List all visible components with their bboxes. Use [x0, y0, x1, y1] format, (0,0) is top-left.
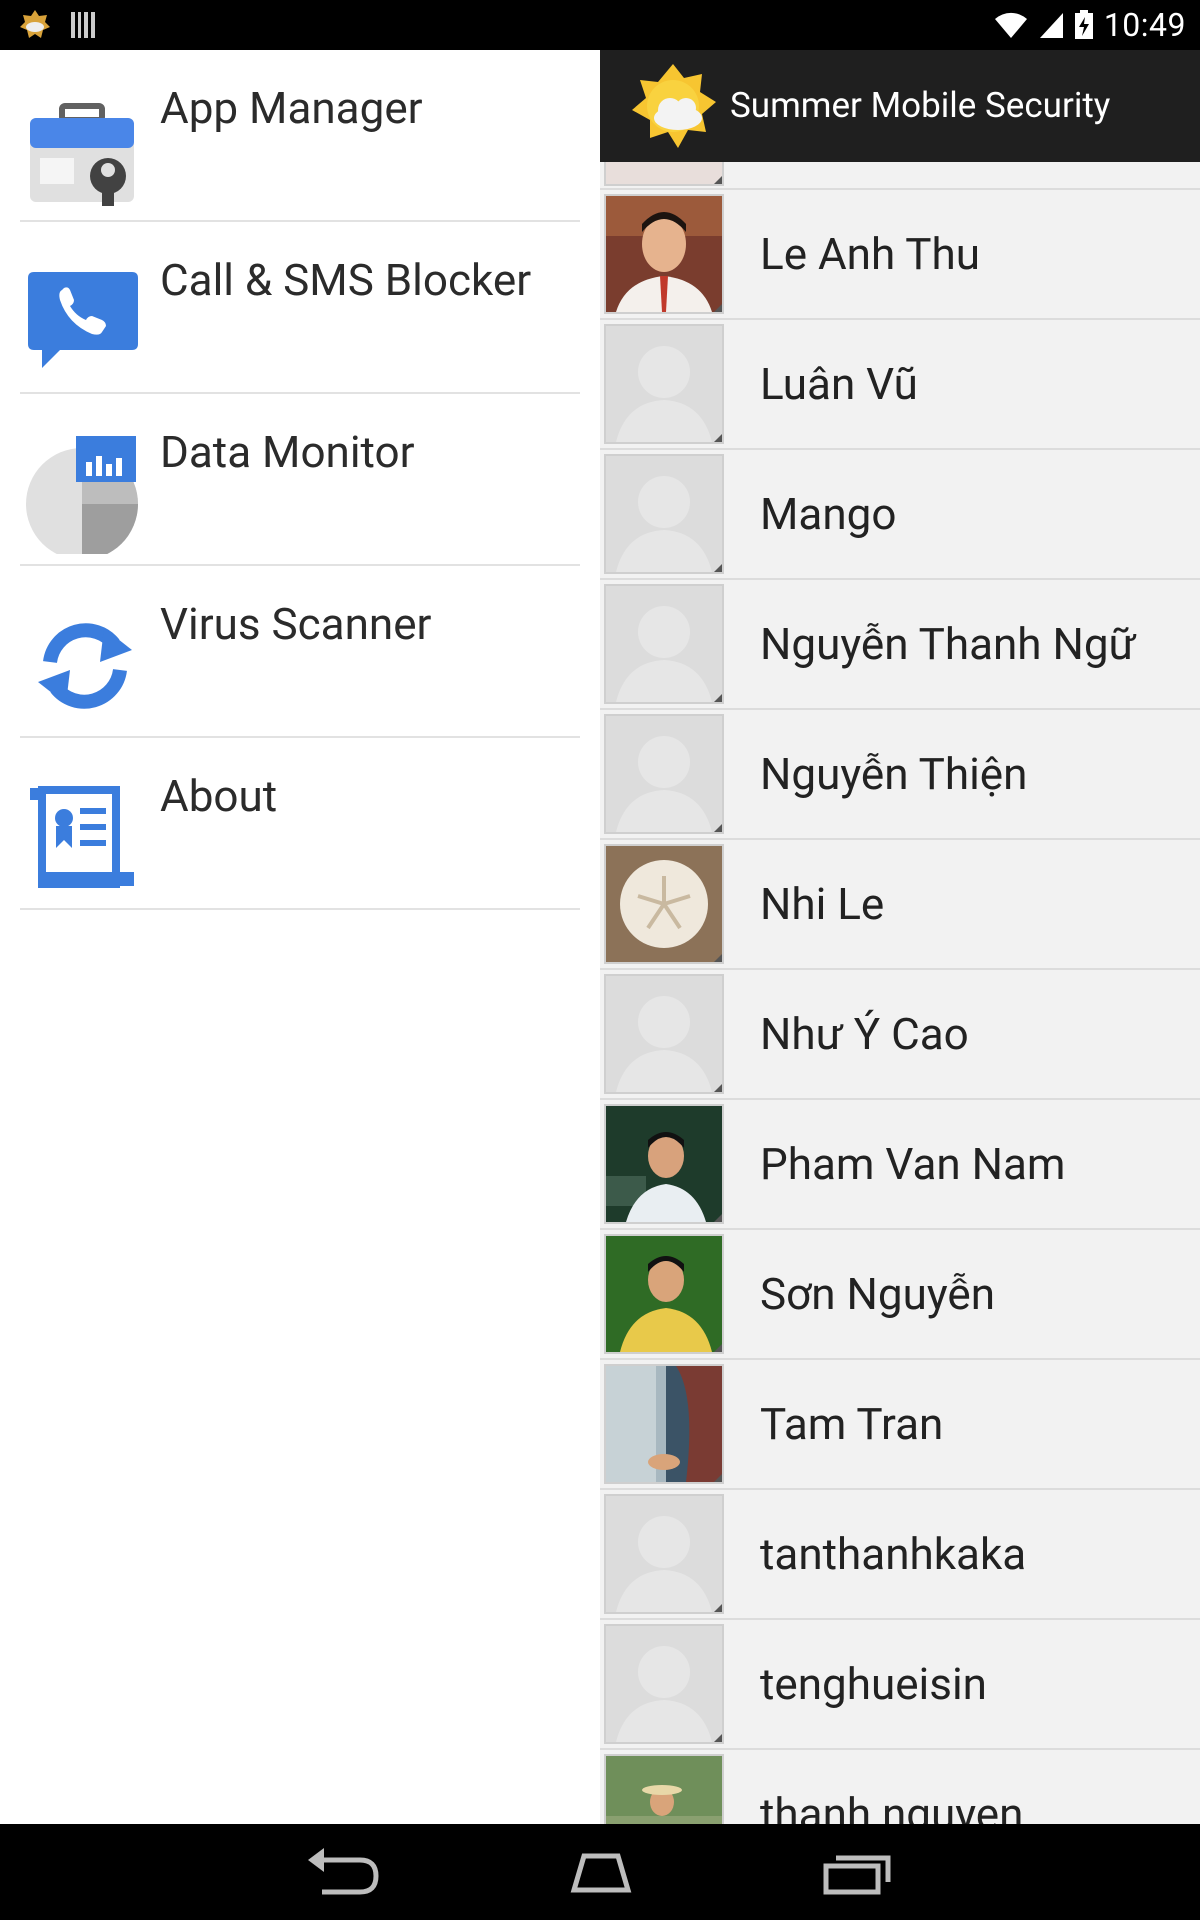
- barcode-icon: [71, 12, 95, 38]
- list-item[interactable]: Sơn Nguyễn: [600, 1230, 1200, 1360]
- status-bar: 10:49: [0, 0, 1200, 50]
- drawer-item-virus-scanner[interactable]: Virus Scanner: [20, 566, 580, 738]
- contact-name: Tam Tran: [760, 1398, 944, 1450]
- contact-name: Luân Vũ: [760, 358, 918, 410]
- list-item[interactable]: Mango: [600, 450, 1200, 580]
- home-icon[interactable]: [556, 1842, 646, 1902]
- recents-icon[interactable]: [812, 1842, 902, 1902]
- navigation-drawer: App Manager Call & SMS Blocker Data Moni…: [0, 50, 600, 1824]
- list-item[interactable]: tenghueisin: [600, 1620, 1200, 1750]
- contact-name: Pham Van Nam: [760, 1138, 1066, 1190]
- drawer-item-app-manager[interactable]: App Manager: [20, 50, 580, 222]
- list-item[interactable]: Le Anh Thu: [600, 190, 1200, 320]
- pie-chart-icon: [26, 436, 138, 554]
- signal-icon: [1039, 13, 1063, 38]
- contact-avatar-placeholder: [604, 714, 724, 834]
- list-item[interactable]: tanthanhkaka: [600, 1490, 1200, 1620]
- contact-name: Le Anh Thu: [760, 228, 980, 280]
- drawer-item-label: About: [160, 770, 278, 822]
- contact-avatar: [604, 1754, 724, 1824]
- contact-name: Mango: [760, 488, 897, 540]
- app-manager-icon: [30, 103, 134, 206]
- list-item[interactable]: Nhi Le: [600, 840, 1200, 970]
- sun-cloud-icon[interactable]: [626, 60, 720, 154]
- list-item[interactable]: Tam Tran: [600, 1360, 1200, 1490]
- battery-charging-icon: [1074, 10, 1093, 39]
- contact-avatar: [604, 1364, 724, 1484]
- contact-avatar: [604, 1104, 724, 1224]
- app-notification-icon: [20, 10, 50, 38]
- contact-avatar-placeholder: [604, 1494, 724, 1614]
- list-item[interactable]: Pham Van Nam: [600, 1100, 1200, 1230]
- drawer-item-label: Call & SMS Blocker: [160, 254, 532, 306]
- contact-avatar-placeholder: [604, 1624, 724, 1744]
- app-title: Summer Mobile Security: [730, 85, 1111, 126]
- contact-avatar-placeholder: [604, 324, 724, 444]
- list-item[interactable]: Nguyễn Thiện: [600, 710, 1200, 840]
- contact-name: tenghueisin: [760, 1658, 987, 1710]
- drawer-item-about[interactable]: About: [20, 738, 580, 910]
- list-item[interactable]: thanh nguyen: [600, 1750, 1200, 1824]
- contact-name: Nguyễn Thiện: [760, 748, 1028, 800]
- contact-avatar: [604, 194, 724, 314]
- list-item[interactable]: Luân Vũ: [600, 320, 1200, 450]
- list-item[interactable]: [600, 66, 1200, 190]
- contact-avatar-placeholder: [604, 974, 724, 1094]
- certificate-icon: [30, 786, 134, 888]
- contacts-pane: Summer Mobile Security Le Anh Thu Luân V…: [600, 50, 1200, 1824]
- navigation-bar: [0, 1824, 1200, 1920]
- contact-avatar-placeholder: [604, 454, 724, 574]
- contact-avatar: [604, 1234, 724, 1354]
- action-bar: Summer Mobile Security: [600, 50, 1200, 162]
- contact-name: Như Ý Cao: [760, 1008, 969, 1060]
- drawer-item-label: Virus Scanner: [160, 598, 432, 650]
- drawer-item-label: App Manager: [160, 82, 423, 134]
- drawer-item-label: Data Monitor: [160, 426, 415, 478]
- drawer-item-data-monitor[interactable]: Data Monitor: [20, 394, 580, 566]
- contact-avatar: [604, 844, 724, 964]
- sync-icon: [38, 623, 132, 709]
- contact-name: Sơn Nguyễn: [760, 1268, 996, 1320]
- contact-name: Nguyễn Thanh Ngữ: [760, 618, 1136, 670]
- back-icon[interactable]: [298, 1842, 388, 1902]
- contact-avatar-placeholder: [604, 584, 724, 704]
- status-clock: 10:49: [1103, 6, 1186, 44]
- list-item[interactable]: Như Ý Cao: [600, 970, 1200, 1100]
- phone-chat-icon: [28, 272, 138, 368]
- wifi-icon: [994, 12, 1027, 39]
- contact-name: Nhi Le: [760, 878, 885, 930]
- contact-list[interactable]: Le Anh Thu Luân Vũ Mango Nguyễn Thanh Ng…: [600, 66, 1200, 1824]
- drawer-item-call-sms-blocker[interactable]: Call & SMS Blocker: [20, 222, 580, 394]
- contact-name: tanthanhkaka: [760, 1528, 1027, 1580]
- list-item[interactable]: Nguyễn Thanh Ngữ: [600, 580, 1200, 710]
- contact-name: thanh nguyen: [760, 1788, 1024, 1824]
